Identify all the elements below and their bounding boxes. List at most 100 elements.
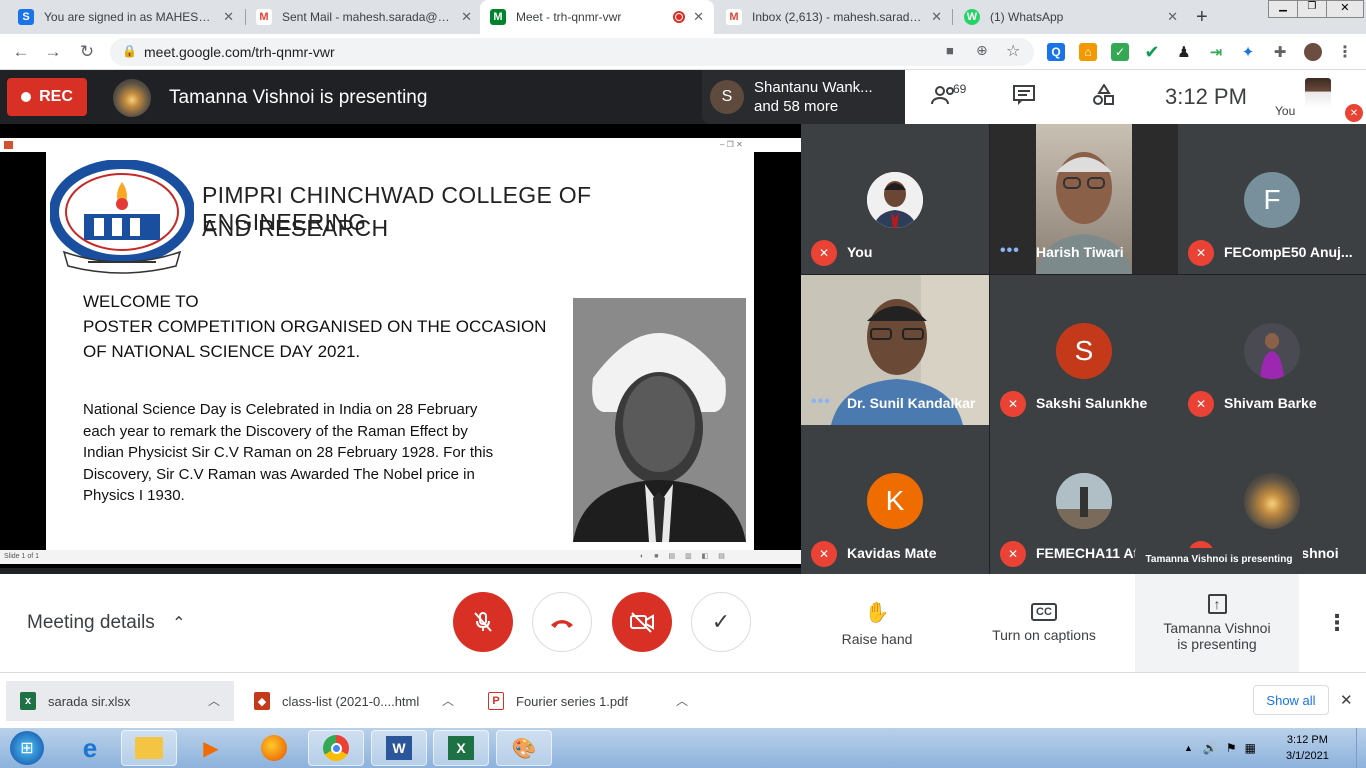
extension-lock-icon[interactable]: ⌂ xyxy=(1079,43,1097,61)
participant-tile[interactable]: K ✕ Kavidas Mate xyxy=(801,425,989,575)
participant-tile[interactable]: S ✕ Sakshi Salunkhe xyxy=(990,275,1178,425)
participant-name: You xyxy=(847,244,873,260)
browser-tab-3[interactable]: M Meet - trh-qnmr-vwr ✕ xyxy=(480,0,714,34)
taskbar-time: 3:12 PM xyxy=(1286,734,1328,746)
participant-tile[interactable]: ••• Dr. Sunil Kandalkar xyxy=(801,275,989,425)
extension-search-icon[interactable]: Q xyxy=(1047,43,1065,61)
pinned-participant[interactable]: S Shantanu Wank... and 58 more xyxy=(702,70,906,124)
download-item[interactable]: P Fourier series 1.pdf ︿ xyxy=(474,681,702,721)
college-logo xyxy=(49,159,195,278)
participant-tile[interactable]: ✕ Shivam Barke xyxy=(1178,275,1366,425)
window-close-icon[interactable]: ✕ xyxy=(1325,1,1363,17)
address-bar[interactable]: 🔒 meet.google.com/trh-qnmr-vwr ■ ⊕ ☆ xyxy=(110,38,1034,66)
more-options-icon[interactable]: ••• xyxy=(811,393,831,411)
more-options-icon[interactable]: ⋮ xyxy=(1326,610,1348,636)
presenting-title: Tamanna Vishnoi is presenting xyxy=(169,87,428,108)
participant-photo xyxy=(1056,473,1112,529)
more-options-icon[interactable]: ••• xyxy=(1000,242,1020,260)
body-line1: National Science Day is Celebrated in In… xyxy=(83,401,478,418)
browser-tab-5[interactable]: W (1) WhatsApp ✕ xyxy=(954,0,1188,34)
bookmark-star-icon[interactable]: ☆ xyxy=(1006,41,1020,61)
taskbar-excel[interactable]: X xyxy=(433,730,489,766)
captions-button[interactable]: CC Turn on captions xyxy=(976,574,1112,672)
extension-grammar-icon[interactable]: ✦ xyxy=(1239,43,1257,61)
close-icon[interactable]: ✕ xyxy=(1340,691,1353,709)
participant-avatar: K xyxy=(867,473,923,529)
participant-tile[interactable]: F ✕ FECompE50 Anuj... xyxy=(1178,124,1366,274)
activities-icon[interactable] xyxy=(1092,83,1116,112)
taskbar-explorer[interactable] xyxy=(121,730,177,766)
windows-logo-icon: ⊞ xyxy=(10,731,44,765)
participant-avatar: F xyxy=(1244,172,1300,228)
attendance-button[interactable]: ✓ xyxy=(691,592,751,652)
taskbar-firefox[interactable] xyxy=(246,730,302,766)
close-icon[interactable]: ✕ xyxy=(1167,9,1178,25)
camera-icon[interactable]: ■ xyxy=(946,43,954,58)
taskbar-paint[interactable]: 🎨 xyxy=(496,730,552,766)
download-item[interactable]: ◆ class-list (2021-0....html ︿ xyxy=(240,681,468,721)
restore-icon[interactable]: ❐ xyxy=(1296,1,1326,17)
leave-call-button[interactable] xyxy=(532,592,592,652)
zoom-icon[interactable]: ⊕ xyxy=(976,42,988,59)
profile-avatar[interactable] xyxy=(1304,43,1322,61)
tab-title: You are signed in as MAHESHSA xyxy=(44,10,216,24)
ppt-window-controls: – ❐ ✕ xyxy=(720,140,743,149)
pinned-name: Shantanu Wank... xyxy=(754,79,873,96)
browser-menu-icon[interactable]: ⋮ xyxy=(1336,43,1354,61)
show-desktop-button[interactable] xyxy=(1356,728,1366,768)
raise-hand-button[interactable]: ✋ Raise hand xyxy=(822,574,932,672)
self-thumbnail xyxy=(1305,78,1331,108)
extension-shield-icon[interactable]: ✓ xyxy=(1111,43,1129,61)
taskbar-clock[interactable]: 3:12 PM 3/1/2021 xyxy=(1286,732,1329,764)
browser-tab-4[interactable]: M Inbox (2,613) - mahesh.sarada@ ✕ xyxy=(716,0,952,34)
taskbar-media[interactable]: ▶ xyxy=(183,730,239,766)
flag-icon[interactable]: ⚑ xyxy=(1226,741,1237,755)
slide-status-bar: Slide 1 of 1 ◐■▤▥◧▤ xyxy=(0,550,801,564)
participant-tile[interactable]: ✕ You xyxy=(801,124,989,274)
forward-icon[interactable]: → xyxy=(42,41,64,63)
welcome-line3: OF NATIONAL SCIENCE DAY 2021. xyxy=(83,342,361,361)
body-line4: Discovery, Sir C.V Raman was Awarded The… xyxy=(83,466,475,483)
close-icon[interactable]: ✕ xyxy=(693,9,704,25)
word-icon: W xyxy=(386,736,412,760)
tray-expand-icon[interactable]: ▲ xyxy=(1184,743,1193,753)
captions-icon: CC xyxy=(1031,603,1057,621)
start-button[interactable]: ⊞ xyxy=(4,730,50,766)
show-all-button[interactable]: Show all xyxy=(1253,685,1329,715)
back-icon[interactable]: ← xyxy=(10,41,32,63)
reload-icon[interactable]: ↻ xyxy=(76,41,98,63)
meeting-details-label: Meeting details xyxy=(27,612,155,633)
taskbar-chrome[interactable] xyxy=(308,730,364,766)
taskbar-ie[interactable]: e xyxy=(62,730,118,766)
extension-check-icon[interactable]: ✔ xyxy=(1143,42,1161,62)
close-icon[interactable]: ✕ xyxy=(223,9,234,25)
extension-person-icon[interactable]: ♟ xyxy=(1175,43,1193,61)
volume-icon[interactable]: 🔊 xyxy=(1203,741,1218,755)
presenting-button[interactable]: ↑ Tamanna Vishnoi is presenting xyxy=(1135,574,1299,672)
download-item[interactable]: x sarada sir.xlsx ︿ xyxy=(6,681,234,721)
browser-tab-2[interactable]: M Sent Mail - mahesh.sarada@pcc ✕ xyxy=(246,0,482,34)
meet-controls-bar: Meeting details ⌃ ✓ ✋ Raise hand CC Turn… xyxy=(0,574,1366,672)
close-icon[interactable]: ✕ xyxy=(461,9,472,25)
chat-icon[interactable] xyxy=(1012,84,1036,112)
chevron-up-icon[interactable]: ︿ xyxy=(676,692,688,709)
paint-icon: 🎨 xyxy=(511,737,537,760)
taskbar-word[interactable]: W xyxy=(371,730,427,766)
mic-toggle-button[interactable] xyxy=(453,592,513,652)
new-tab-icon[interactable]: + xyxy=(1196,6,1208,29)
chevron-up-icon[interactable]: ︿ xyxy=(208,692,220,709)
browser-tab-1[interactable]: S You are signed in as MAHESHSA ✕ xyxy=(8,0,244,34)
close-icon[interactable]: ✕ xyxy=(931,9,942,25)
camera-toggle-button[interactable] xyxy=(612,592,672,652)
minimize-icon[interactable]: ▁ xyxy=(1269,1,1297,17)
meeting-details-button[interactable]: Meeting details ⌃ xyxy=(27,612,185,634)
chevron-up-icon[interactable]: ︿ xyxy=(442,692,454,709)
extension-arrow-icon[interactable]: ⇥ xyxy=(1207,43,1225,61)
present-screen-icon: ↑ xyxy=(1207,594,1227,614)
slide-view-icons[interactable]: ◐■▤▥◧▤ xyxy=(640,550,735,564)
recording-badge: REC xyxy=(7,78,87,116)
network-icon[interactable]: ▦ xyxy=(1245,741,1256,755)
participant-tile[interactable]: ••• Harish Tiwari xyxy=(990,124,1178,274)
media-player-icon: ▶ xyxy=(203,737,219,760)
extensions-puzzle-icon[interactable]: ✚ xyxy=(1271,43,1289,61)
